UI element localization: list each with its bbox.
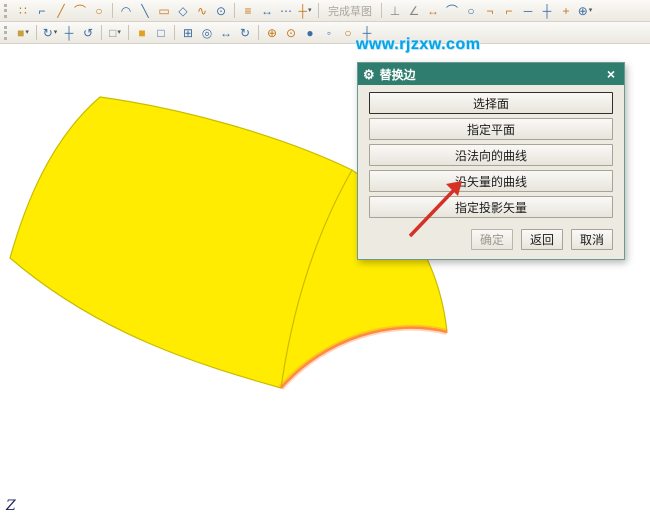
- quick-trim-icon[interactable]: ┼: [538, 2, 556, 20]
- chamfer-icon[interactable]: ╲: [136, 2, 154, 20]
- pan-view-icon[interactable]: ┼: [60, 24, 78, 42]
- ellipse-icon[interactable]: ⊙: [212, 2, 230, 20]
- constraint-icon[interactable]: ⊥: [386, 2, 404, 20]
- dialog-action-button[interactable]: 指定投影矢量: [369, 196, 613, 218]
- toolbar-separator: [174, 25, 175, 40]
- dropdown-arrow-icon[interactable]: ▾: [589, 7, 593, 14]
- fillet-icon[interactable]: ◠: [117, 2, 135, 20]
- pan-icon[interactable]: ↔: [217, 24, 235, 42]
- replace-edge-dialog: ⚙ 替换边 × 选择面指定平面沿法向的曲线沿矢量的曲线指定投影矢量确定返回取消: [357, 62, 625, 260]
- arc-tool-icon[interactable]: ⌒: [443, 2, 461, 20]
- polygon-icon[interactable]: ◇: [174, 2, 192, 20]
- dialog-action-button[interactable]: 沿矢量的曲线: [369, 170, 613, 192]
- dimension-icon[interactable]: ↔: [424, 2, 442, 20]
- shaded-view-icon[interactable]: ■: [133, 24, 151, 42]
- toolbar-row-2: ■▾↻▾┼↺□▾■□⊞◎↔↻⊕⊙●◦○┼: [0, 22, 650, 44]
- toolbar-separator: [381, 3, 382, 18]
- toolbar-separator: [258, 25, 259, 40]
- snap-point-icon[interactable]: ⊕: [263, 24, 281, 42]
- circle-tool-icon[interactable]: ○: [462, 2, 480, 20]
- dialog-footer-button: 确定: [471, 229, 513, 250]
- toolbar-separator: [101, 25, 102, 40]
- dialog-footer-button[interactable]: 取消: [571, 229, 613, 250]
- toolbar-row-1: ∷⌐╱⌒○◠╲▭◇∿⊙≡↔⋯┼▾完成草图⊥∠↔⌒○¬⌐─┼+⊕▾: [0, 0, 650, 22]
- intersection-point-icon[interactable]: ┼▾: [296, 2, 314, 20]
- gear-icon: ⚙: [363, 68, 375, 81]
- fit-view-icon[interactable]: ⊞: [179, 24, 197, 42]
- watermark-text: www.rjzxw.com: [356, 36, 480, 54]
- dropdown-arrow-icon[interactable]: ▾: [25, 29, 29, 36]
- datum-plane-icon[interactable]: □▾: [106, 24, 124, 42]
- trim-icon[interactable]: ⌐: [500, 2, 518, 20]
- close-icon[interactable]: ×: [603, 66, 619, 82]
- line-icon[interactable]: ╱: [52, 2, 70, 20]
- rotate-icon[interactable]: ↻: [236, 24, 254, 42]
- finish-sketch-button: 完成草图: [323, 3, 377, 19]
- corner-icon[interactable]: ¬: [481, 2, 499, 20]
- z-axis-label: Z: [6, 498, 16, 514]
- extend-icon[interactable]: ─: [519, 2, 537, 20]
- snap-plus-icon[interactable]: +: [557, 2, 575, 20]
- dialog-action-button[interactable]: 选择面: [369, 92, 613, 114]
- mirror-curve-icon[interactable]: ↔: [258, 2, 276, 20]
- view-cube-icon[interactable]: ■▾: [14, 24, 32, 42]
- dropdown-arrow-icon[interactable]: ▾: [54, 29, 58, 36]
- dropdown-arrow-icon[interactable]: ▾: [117, 29, 121, 36]
- offset-curve-icon[interactable]: ≡: [239, 2, 257, 20]
- center-point-icon[interactable]: ○: [339, 24, 357, 42]
- profile-icon[interactable]: ⌐: [33, 2, 51, 20]
- sketch-point-icon[interactable]: ∷: [14, 2, 32, 20]
- spline-icon[interactable]: ∿: [193, 2, 211, 20]
- wireframe-view-icon[interactable]: □: [152, 24, 170, 42]
- dialog-action-button[interactable]: 沿法向的曲线: [369, 144, 613, 166]
- angle-constraint-icon[interactable]: ∠: [405, 2, 423, 20]
- dialog-title: 替换边: [380, 66, 598, 83]
- toolbar-grip[interactable]: [4, 26, 9, 40]
- point-on-curve-icon[interactable]: ⊙: [282, 24, 300, 42]
- arc-icon[interactable]: ⌒: [71, 2, 89, 20]
- toolbar-separator: [112, 3, 113, 18]
- toolbar-separator: [318, 3, 319, 18]
- toolbar-separator: [234, 3, 235, 18]
- rotate-view-icon[interactable]: ↺: [79, 24, 97, 42]
- end-point-icon[interactable]: ●: [301, 24, 319, 42]
- toolbar-grip[interactable]: [4, 4, 9, 18]
- dialog-footer-button[interactable]: 返回: [521, 229, 563, 250]
- dropdown-arrow-icon[interactable]: ▾: [308, 7, 312, 14]
- orient-view-icon[interactable]: ↻▾: [41, 24, 59, 42]
- pattern-curve-icon[interactable]: ⋯: [277, 2, 295, 20]
- dialog-action-button[interactable]: 指定平面: [369, 118, 613, 140]
- dialog-titlebar[interactable]: ⚙ 替换边 ×: [358, 63, 624, 85]
- toolbar-separator: [36, 25, 37, 40]
- dialog-footer: 确定返回取消: [369, 229, 613, 250]
- circle-icon[interactable]: ○: [90, 2, 108, 20]
- mid-point-icon[interactable]: ◦: [320, 24, 338, 42]
- dialog-button-list: 选择面指定平面沿法向的曲线沿矢量的曲线指定投影矢量确定返回取消: [358, 85, 624, 259]
- toolbar-separator: [128, 25, 129, 40]
- zoom-view-icon[interactable]: ◎: [198, 24, 216, 42]
- rectangle-icon[interactable]: ▭: [155, 2, 173, 20]
- more-tools-icon[interactable]: ⊕▾: [576, 2, 594, 20]
